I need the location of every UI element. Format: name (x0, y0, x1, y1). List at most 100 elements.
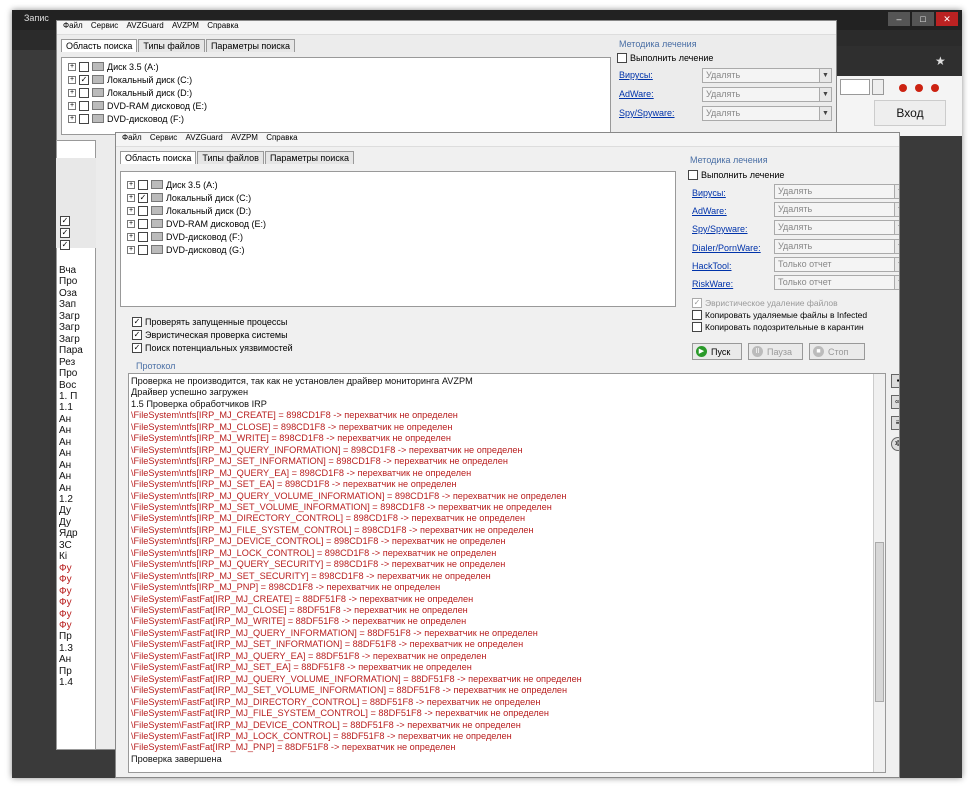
tree-item-g[interactable]: + DVD-дисковод (G:) (127, 243, 245, 256)
tree-item[interactable]: + Локальный диск (D:) (68, 86, 192, 99)
bg-log-fragment: Про (59, 276, 78, 288)
tab-search-params[interactable]: Параметры поиска (264, 151, 354, 164)
menu-file[interactable]: Файл (122, 133, 142, 142)
scroll-thumb[interactable] (875, 542, 884, 702)
tree-item[interactable]: + DVD-RAM дисковод (E:) (68, 99, 207, 112)
threat-label-hacktool[interactable]: HackTool: (692, 261, 732, 271)
browser-address-field[interactable] (840, 79, 870, 95)
bg-log-fragment: Пр (59, 631, 72, 643)
log-line: \FileSystem\ntfs[IRP_MJ_SET_EA] = 898CD1… (131, 479, 457, 490)
tree-item-e[interactable]: + DVD-RAM дисковод (E:) (127, 217, 266, 230)
hdd-icon (151, 206, 163, 215)
bg-log-fragment: Оза (59, 287, 77, 299)
log-line: \FileSystem\ntfs[IRP_MJ_SET_INFORMATION]… (131, 456, 508, 467)
checkbox[interactable] (138, 244, 148, 255)
threat-select-hacktool[interactable]: Только отчет▼ (774, 257, 899, 272)
login-button[interactable]: Вход (874, 100, 946, 126)
start-button[interactable]: ▶ Пуск (692, 343, 742, 360)
threat-label-riskware[interactable]: RiskWare: (692, 279, 733, 289)
checkbox[interactable] (138, 231, 148, 242)
menu-avzpm[interactable]: AVZPM (172, 21, 199, 30)
checkbox[interactable] (138, 179, 148, 190)
stop-icon: ■ (813, 346, 824, 357)
threat-select-riskware[interactable]: Только отчет▼ (774, 275, 899, 290)
tree-item[interactable]: + DVD-дисковод (F:) (68, 112, 184, 125)
threat-label-dialer[interactable]: Dialer/PornWare: (692, 243, 761, 253)
menu-avzguard[interactable]: AVZGuard (127, 21, 164, 30)
threat-select-dialer[interactable]: Удалять▼ (774, 239, 899, 254)
bg-log-fragment: Ду (59, 505, 71, 517)
bg-threat-label[interactable]: Spy/Spyware: (619, 108, 675, 118)
main-menubar: Файл Сервис AVZGuard AVZPM Справка (116, 133, 899, 147)
threat-label-adware[interactable]: AdWare: (692, 206, 727, 216)
bg-log-fragment: Фу (59, 608, 72, 620)
maximize-icon[interactable]: □ (912, 12, 934, 26)
threat-select-adware[interactable]: Удалять▼ (774, 202, 899, 217)
threat-select-viruses[interactable]: Удалять▼ (774, 184, 899, 199)
tree-item-f[interactable]: + DVD-дисковод (F:) (127, 230, 243, 243)
menu-avzpm[interactable]: AVZPM (231, 133, 258, 142)
option-copy-quarantine[interactable]: Копировать подозрительные в карантин (692, 322, 864, 332)
save-icon[interactable]: ▪ (891, 374, 899, 388)
menu-help[interactable]: Справка (207, 21, 238, 30)
bg-log-fragment: Фу (59, 585, 72, 597)
menu-avzguard[interactable]: AVZGuard (186, 133, 223, 142)
addon-icon[interactable] (915, 84, 923, 92)
pause-button[interactable]: II Пауза (748, 343, 803, 360)
bg-do-cure[interactable]: Выполнить лечение (617, 53, 713, 63)
tab-search-area[interactable]: Область поиска (61, 39, 138, 52)
document-icon[interactable]: ≡ (891, 416, 899, 430)
dropdown-arrow-icon[interactable] (872, 79, 884, 95)
bg-threat-select[interactable]: Удалять ▼ (702, 106, 832, 121)
bg-threat-select[interactable]: Удалять ▼ (702, 68, 832, 83)
star-icon[interactable]: ★ (935, 54, 946, 68)
log-line: \FileSystem\ntfs[IRP_MJ_CREATE] = 898CD1… (131, 410, 458, 421)
menu-help[interactable]: Справка (266, 133, 297, 142)
play-icon: ▶ (696, 346, 707, 357)
bg-threat-label[interactable]: Вирусы: (619, 70, 653, 80)
bg-log-fragment: 1. П (59, 390, 78, 402)
do-cure-checkbox[interactable]: Выполнить лечение (688, 170, 784, 180)
threat-label-spyware[interactable]: Spy/Spyware: (692, 224, 748, 234)
bg-threat-select[interactable]: Удалять ▼ (702, 87, 832, 102)
checkbox[interactable] (138, 205, 148, 216)
bg-threat-label[interactable]: AdWare: (619, 89, 654, 99)
stop-button[interactable]: ■ Стоп (809, 343, 865, 360)
log-scrollbar[interactable] (873, 374, 885, 772)
minimize-icon[interactable]: – (888, 12, 910, 26)
hdd-icon (151, 193, 163, 202)
tab-search-params[interactable]: Параметры поиска (205, 39, 295, 52)
option-heuristic[interactable]: ✓ Эвристическая проверка системы (132, 330, 288, 340)
bg-log-fragment: 1.2 (59, 494, 73, 505)
glasses-icon[interactable]: ∞ (891, 395, 899, 409)
tab-file-types[interactable]: Типы файлов (138, 39, 205, 52)
menu-service[interactable]: Сервис (150, 133, 177, 142)
log-line: \FileSystem\FastFat[IRP_MJ_QUERY_EA] = 8… (131, 650, 487, 661)
tree-item-a[interactable]: + Диск 3.5 (A:) (127, 178, 218, 191)
option-copy-infected[interactable]: Копировать удаляемые файлы в Infected (692, 310, 867, 320)
log-line: \FileSystem\FastFat[IRP_MJ_WRITE] = 88DF… (131, 616, 467, 627)
menu-file[interactable]: Файл (63, 21, 83, 30)
addon-icon[interactable] (899, 84, 907, 92)
checkbox[interactable]: ✓ (138, 192, 148, 203)
tree-item-c[interactable]: + ✓ Локальный диск (C:) (127, 191, 251, 204)
tab-file-types[interactable]: Типы файлов (197, 151, 264, 164)
option-vulnerabilities[interactable]: ✓ Поиск потенциальных уязвимостей (132, 343, 293, 353)
log-line: \FileSystem\ntfs[IRP_MJ_LOCK_CONTROL] = … (131, 547, 497, 558)
threat-label-viruses[interactable]: Вирусы: (692, 188, 726, 198)
tree-item[interactable]: + ✓ Локальный диск (C:) (68, 73, 192, 86)
tree-item[interactable]: + Диск 3.5 (A:) (68, 60, 159, 73)
option-heuristic-delete[interactable]: ✓ Эвристическое удаление файлов (692, 298, 838, 308)
log-area[interactable]: Проверка не производится, так как не уст… (128, 373, 886, 773)
bg-log-fragment: Фу (59, 597, 72, 609)
addon-icon[interactable] (931, 84, 939, 92)
log-line: \FileSystem\FastFat[IRP_MJ_SET_EA] = 88D… (131, 662, 472, 673)
tree-item-d[interactable]: + Локальный диск (D:) (127, 204, 251, 217)
close-icon[interactable]: ✕ (936, 12, 958, 26)
settings-icon[interactable]: ✲ (891, 437, 899, 451)
tab-search-area[interactable]: Область поиска (120, 151, 197, 164)
option-check-processes[interactable]: ✓ Проверять запущенные процессы (132, 317, 287, 327)
threat-select-spyware[interactable]: Удалять▼ (774, 220, 899, 235)
menu-service[interactable]: Сервис (91, 21, 118, 30)
checkbox[interactable] (138, 218, 148, 229)
